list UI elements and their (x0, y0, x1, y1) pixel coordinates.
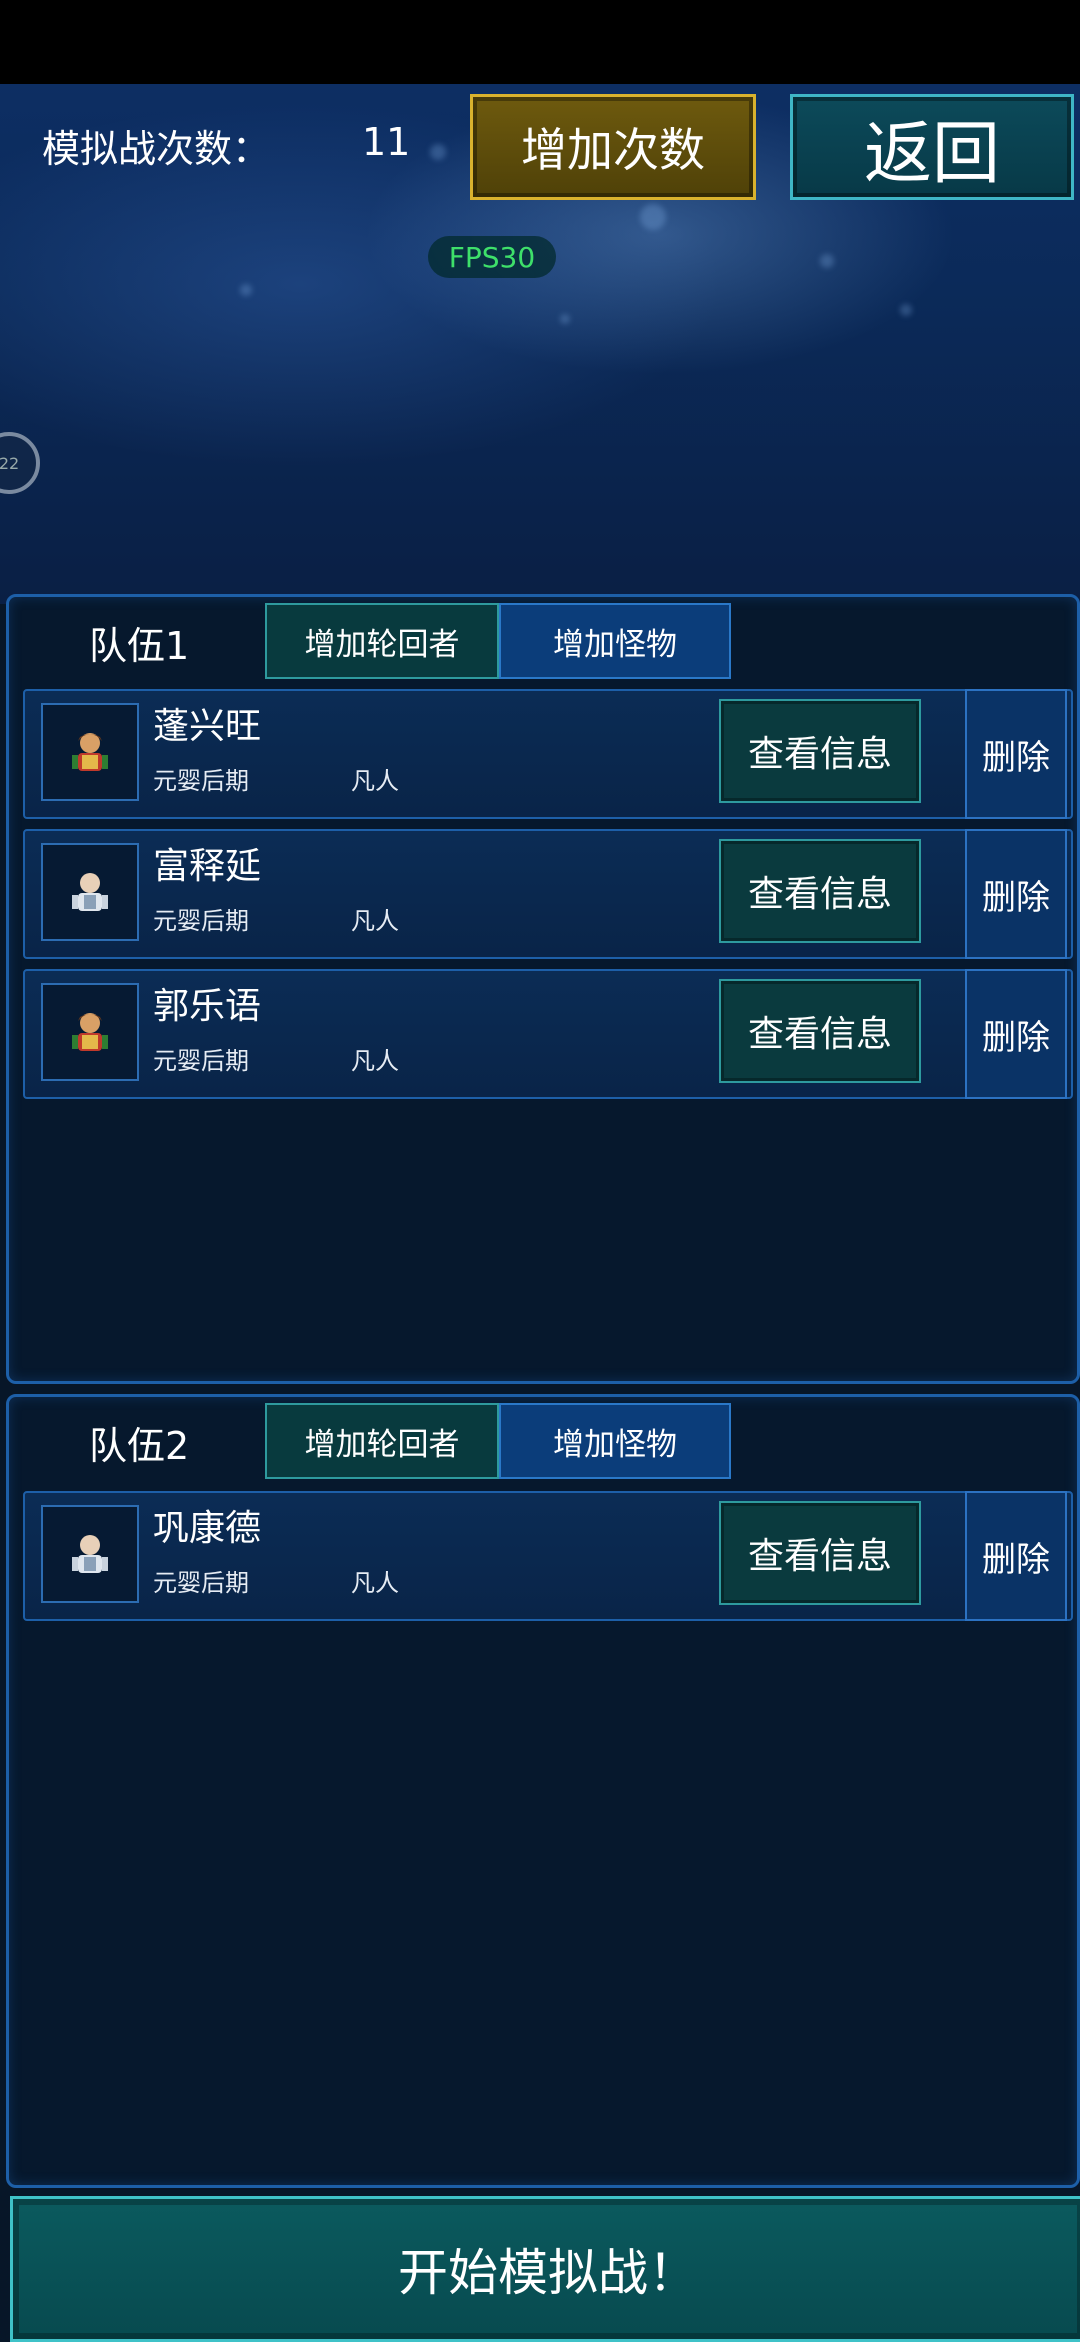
member-realm: 元婴后期 (153, 907, 249, 935)
team-panel-1: 队伍1 增加轮回者 增加怪物 蓬兴旺 元婴后期 凡人 查看信息 删除 富释延 元… (6, 594, 1080, 1384)
view-info-button[interactable]: 查看信息 (719, 699, 921, 803)
member-row: 郭乐语 元婴后期 凡人 查看信息 删除 (23, 969, 1073, 1099)
delete-button[interactable]: 删除 (965, 1491, 1067, 1621)
member-class: 凡人 (351, 767, 399, 795)
floating-badge-text: 22 (0, 453, 20, 473)
member-row: 蓬兴旺 元婴后期 凡人 查看信息 删除 (23, 689, 1073, 819)
back-button[interactable]: 返回 (790, 94, 1074, 200)
battle-count-label: 模拟战次数： (42, 127, 271, 171)
add-monster-button[interactable]: 增加怪物 (499, 1403, 731, 1479)
member-name: 郭乐语 (153, 986, 262, 1027)
team-title: 队伍2 (89, 1424, 190, 1468)
member-class: 凡人 (351, 1569, 399, 1597)
swordsman-avatar-icon (41, 843, 139, 941)
add-count-button[interactable]: 增加次数 (470, 94, 756, 200)
swordsman-avatar-icon (41, 1505, 139, 1603)
member-name: 蓬兴旺 (153, 706, 262, 747)
member-name: 巩康德 (153, 1508, 262, 1549)
add-monster-button[interactable]: 增加怪物 (499, 603, 731, 679)
member-row: 巩康德 元婴后期 凡人 查看信息 删除 (23, 1491, 1073, 1621)
status-bar (0, 0, 1080, 84)
member-realm: 元婴后期 (153, 767, 249, 795)
member-realm: 元婴后期 (153, 1047, 249, 1075)
delete-button[interactable]: 删除 (965, 689, 1067, 819)
warrior-avatar-icon (41, 703, 139, 801)
member-name: 富释延 (153, 846, 262, 887)
warrior-avatar-icon (41, 983, 139, 1081)
team-panel-2: 队伍2 增加轮回者 增加怪物 巩康德 元婴后期 凡人 查看信息 删除 (6, 1394, 1080, 2188)
start-simulation-button[interactable]: 开始模拟战！ (10, 2196, 1080, 2342)
member-class: 凡人 (351, 1047, 399, 1075)
member-class: 凡人 (351, 907, 399, 935)
fps-indicator: FPS30 (428, 236, 556, 278)
delete-button[interactable]: 删除 (965, 969, 1067, 1099)
team-header: 队伍2 增加轮回者 增加怪物 (9, 1397, 1077, 1485)
battle-count-value: 11 (362, 120, 411, 164)
add-reincarnator-button[interactable]: 增加轮回者 (265, 1403, 499, 1479)
member-realm: 元婴后期 (153, 1569, 249, 1597)
view-info-button[interactable]: 查看信息 (719, 839, 921, 943)
delete-button[interactable]: 删除 (965, 829, 1067, 959)
team-header: 队伍1 增加轮回者 增加怪物 (9, 597, 1077, 685)
member-row: 富释延 元婴后期 凡人 查看信息 删除 (23, 829, 1073, 959)
team-title: 队伍1 (89, 624, 190, 668)
view-info-button[interactable]: 查看信息 (719, 979, 921, 1083)
add-reincarnator-button[interactable]: 增加轮回者 (265, 603, 499, 679)
view-info-button[interactable]: 查看信息 (719, 1501, 921, 1605)
